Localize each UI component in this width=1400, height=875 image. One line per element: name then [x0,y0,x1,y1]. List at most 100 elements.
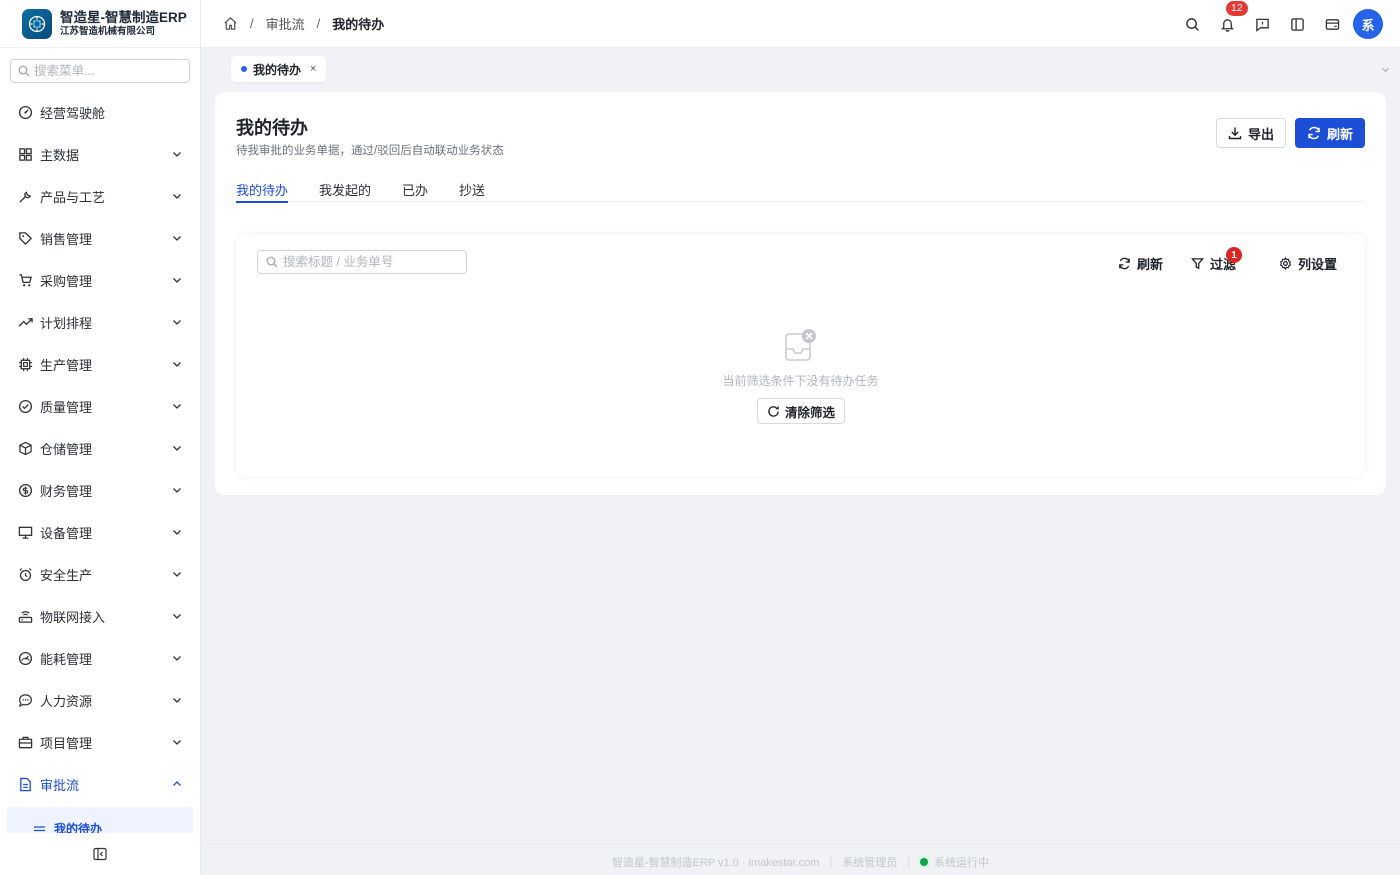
breadcrumb-separator: / [316,16,321,31]
export-label: 导出 [1247,126,1274,142]
search-button[interactable] [1175,9,1210,39]
sidebar-item-iot[interactable]: 物联网接入 [0,595,200,637]
gauge-icon [17,650,33,666]
chevron-down-icon [173,278,181,283]
brand[interactable]: 智造星-智慧制造ERP 江苏智造机械有限公司 [0,0,200,48]
check-circle-icon [17,398,33,414]
sidebar-item-label: 生产管理 [40,357,93,373]
breadcrumb-current: 我的待办 [332,17,385,32]
sidebar-item-finance[interactable]: 财务管理 [0,469,200,511]
tab-initiated[interactable]: 我发起的 [319,180,371,202]
sidebar-item-label: 仓储管理 [40,441,93,457]
sidebar-item-warehouse[interactable]: 仓储管理 [0,427,200,469]
messages-button[interactable] [1245,9,1280,39]
table-refresh-label: 刷新 [1137,257,1164,272]
cart-icon [17,272,33,288]
chevron-down-icon [173,530,181,535]
clear-filter-label: 清除筛选 [784,405,835,420]
header-actions: 12 系 [1175,1,1383,39]
page-tab-strip: 我的待办 × [201,48,1400,92]
sidebar-item-purchase[interactable]: 采购管理 [0,259,200,301]
sidebar-item-energy[interactable]: 能耗管理 [0,637,200,679]
column-settings-button[interactable]: 列设置 [1279,254,1337,273]
chevron-down-icon [173,656,181,661]
table-refresh-button[interactable]: 刷新 [1118,254,1163,273]
menu-search-input[interactable] [34,64,174,78]
sidebar-item-dashboard[interactable]: 经营驾驶舱 [0,91,200,133]
page-title: 我的待办 [236,118,308,138]
box-icon [17,440,33,456]
briefcase-icon [17,734,33,750]
task-search-input[interactable] [283,255,463,269]
chevron-down-icon [173,236,181,241]
filter-count-badge: 1 [1226,247,1242,263]
sidebar-item-product[interactable]: 产品与工艺 [0,175,200,217]
sidebar-subitem-label: 我的待办 [54,822,103,833]
close-icon[interactable]: × [310,63,316,75]
cpu-icon [17,356,33,372]
sidebar-item-label: 人力资源 [40,693,93,709]
sidebar-subitem-my-todo[interactable]: 我的待办 [7,807,193,833]
home-icon[interactable] [223,16,238,31]
search-icon [1186,17,1199,31]
sidebar-item-quality[interactable]: 质量管理 [0,385,200,427]
filter-button[interactable]: 过滤 1 [1191,247,1242,273]
status-dot [920,857,929,866]
sidebar-item-project[interactable]: 项目管理 [0,721,200,763]
tab-done[interactable]: 已办 [402,180,428,202]
chevron-down-icon [173,614,181,619]
reset-icon [768,405,779,417]
layout-button[interactable] [1280,9,1315,39]
sidebar-item-hr[interactable]: 人力资源 [0,679,200,721]
task-search [257,250,467,274]
sidebar-item-label: 安全生产 [40,567,93,583]
chevron-down-icon[interactable] [1381,65,1390,74]
refresh-label: 刷新 [1326,126,1353,142]
chevron-down-icon [173,488,181,493]
footer-version: 智造星-智慧制造ERP v1.0 · imakestar.com [611,856,820,869]
sidebar-menu: 经营驾驶舱 主数据 产品与工艺 销售管理 采购管理 计划排程 生产管理 质量管理… [0,91,200,833]
main-card: 我的待办 待我审批的业务单据，通过/驳回后自动联动业务状态 导出 刷新 我的待办… [215,92,1386,495]
page-tab-label: 我的待办 [253,62,302,77]
sidebar-item-label: 审批流 [40,777,80,793]
tab-my-todo[interactable]: 我的待办 [236,180,289,203]
brand-subtitle: 江苏智造机械有限公司 [60,25,156,37]
breadcrumb-item[interactable]: 审批流 [266,14,305,33]
sidebar-item-label: 设备管理 [40,525,93,541]
chevron-down-icon [173,740,181,745]
sidebar: 智造星-智慧制造ERP 江苏智造机械有限公司 经营驾驶舱 主数据 产品与工艺 销… [0,0,201,875]
sidebar-item-sales[interactable]: 销售管理 [0,217,200,259]
avatar[interactable]: 系 [1353,9,1383,39]
chevron-down-icon [173,362,181,367]
chevron-up-icon [173,781,181,786]
refresh-button[interactable]: 刷新 [1295,118,1365,148]
active-dot [241,66,247,72]
chevron-down-icon [173,320,181,325]
monitor-icon [17,524,33,540]
sidebar-collapse-icon[interactable] [93,847,107,861]
empty-inbox-icon [785,329,816,361]
page-tab-my-todo[interactable]: 我的待办 × [231,56,327,82]
message-icon [1256,18,1269,32]
footer-status: 系统运行中 [934,856,990,869]
clear-filter-button[interactable]: 清除筛选 [757,398,845,424]
sidebar-item-equipment[interactable]: 设备管理 [0,511,200,553]
notification-button[interactable]: 12 [1210,1,1248,39]
sidebar-item-label: 项目管理 [40,735,93,751]
approval-tabs: 我的待办 我发起的 已办 抄送 [236,180,1365,203]
sidebar-item-production[interactable]: 生产管理 [0,343,200,385]
column-settings-label: 列设置 [1298,257,1338,272]
sidebar-item-label: 采购管理 [40,273,93,289]
wallet-button[interactable] [1315,9,1350,39]
breadcrumb-separator: / [250,16,254,31]
dashboard-icon [17,104,33,120]
tab-cc[interactable]: 抄送 [459,180,485,202]
sidebar-item-planning[interactable]: 计划排程 [0,301,200,343]
sidebar-item-safety[interactable]: 安全生产 [0,553,200,595]
sidebar-item-master-data[interactable]: 主数据 [0,133,200,175]
sidebar-item-approval[interactable]: 审批流 [0,763,200,805]
export-button[interactable]: 导出 [1216,118,1286,148]
search-icon [266,256,278,268]
sidebar-item-label: 产品与工艺 [40,189,106,205]
layout-icon [1291,17,1304,31]
